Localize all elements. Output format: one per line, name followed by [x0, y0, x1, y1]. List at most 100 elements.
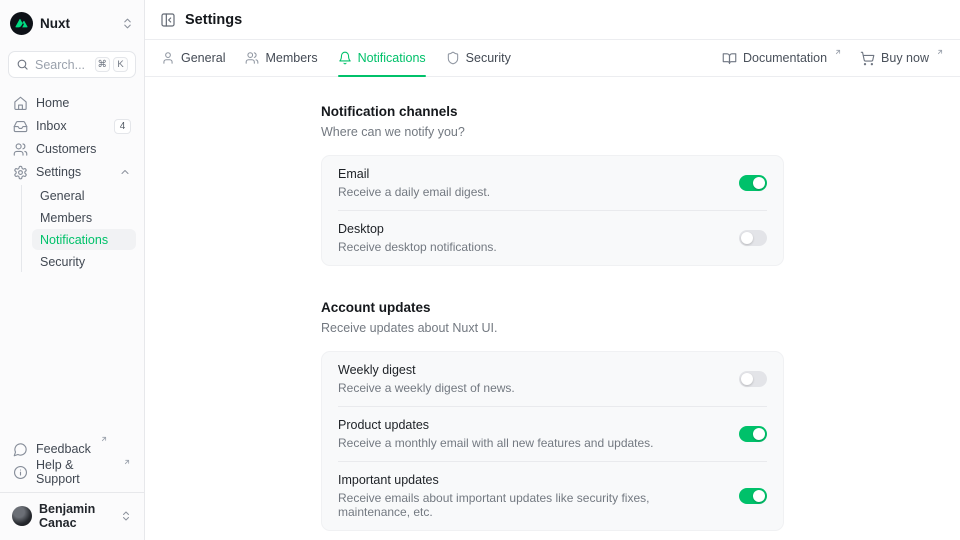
- user-icon: [161, 51, 175, 65]
- external-link-icon: [936, 48, 944, 56]
- external-link-icon: [100, 435, 108, 443]
- setting-text: Important updates Receive emails about i…: [338, 473, 723, 519]
- sidebar-nav: Home Inbox 4 Customers Settings: [8, 92, 136, 272]
- sidebar-footer: Feedback Help & Support Benjamin Canac: [8, 438, 136, 532]
- setting-text: Desktop Receive desktop notifications.: [338, 222, 497, 254]
- user-menu[interactable]: Benjamin Canac: [8, 494, 136, 532]
- user-avatar: [12, 506, 32, 526]
- setting-text: Weekly digest Receive a weekly digest of…: [338, 363, 515, 395]
- setting-label: Important updates: [338, 473, 723, 487]
- gear-icon: [13, 165, 28, 180]
- sidebar-item-security[interactable]: Security: [32, 251, 136, 272]
- sidebar-item-label: Home: [36, 96, 69, 110]
- weekly-digest-toggle[interactable]: [739, 371, 767, 387]
- bell-icon: [338, 51, 352, 65]
- sidebar-item-inbox[interactable]: Inbox 4: [8, 115, 136, 137]
- sidebar-item-settings[interactable]: Settings: [8, 161, 136, 183]
- tab-label: General: [181, 51, 225, 65]
- setting-label: Email: [338, 167, 490, 181]
- buy-now-button[interactable]: Buy now: [860, 51, 944, 66]
- tab-members[interactable]: Members: [245, 40, 317, 76]
- setting-label: Desktop: [338, 222, 497, 236]
- user-name: Benjamin Canac: [39, 502, 113, 530]
- toggle-knob: [741, 373, 753, 385]
- setting-description: Receive a daily email digest.: [338, 185, 490, 199]
- tab-general[interactable]: General: [161, 40, 225, 76]
- sidebar-item-customers[interactable]: Customers: [8, 138, 136, 160]
- setting-description: Receive a monthly email with all new fea…: [338, 436, 654, 450]
- section-title: Notification channels: [321, 104, 784, 119]
- main-area: Settings General Members: [145, 0, 960, 540]
- toggle-knob: [753, 428, 765, 440]
- sub-item-label: General: [40, 189, 84, 203]
- section-account-updates: Account updates Receive updates about Nu…: [321, 300, 784, 531]
- sidebar-item-label: Settings: [36, 165, 81, 179]
- setting-row-weekly-digest: Weekly digest Receive a weekly digest of…: [338, 352, 767, 406]
- chevrons-up-down-icon: [120, 510, 132, 522]
- sidebar-item-notifications[interactable]: Notifications: [32, 229, 136, 250]
- section-description: Where can we notify you?: [321, 125, 784, 139]
- tab-label: Security: [466, 51, 511, 65]
- setting-text: Product updates Receive a monthly email …: [338, 418, 654, 450]
- search-placeholder: Search...: [35, 58, 85, 72]
- page-title: Settings: [185, 12, 242, 28]
- page-header: Settings: [145, 0, 960, 40]
- setting-description: Receive a weekly digest of news.: [338, 381, 515, 395]
- setting-label: Weekly digest: [338, 363, 515, 377]
- section-notification-channels: Notification channels Where can we notif…: [321, 104, 784, 266]
- collapse-sidebar-icon[interactable]: [160, 12, 176, 28]
- sidebar: Nuxt Search... ⌘ K Home: [0, 0, 145, 540]
- shield-icon: [446, 51, 460, 65]
- settings-card: Email Receive a daily email digest. Desk…: [321, 155, 784, 266]
- tab-notifications[interactable]: Notifications: [338, 40, 426, 76]
- email-toggle[interactable]: [739, 175, 767, 191]
- info-circle-icon: [13, 465, 28, 480]
- nuxt-logo-icon: [10, 12, 33, 35]
- documentation-link[interactable]: Documentation: [722, 51, 842, 66]
- setting-row-email: Email Receive a daily email digest.: [338, 156, 767, 210]
- sidebar-item-home[interactable]: Home: [8, 92, 136, 114]
- toggle-knob: [753, 490, 765, 502]
- sidebar-item-members[interactable]: Members: [32, 207, 136, 228]
- setting-text: Email Receive a daily email digest.: [338, 167, 490, 199]
- sidebar-item-general[interactable]: General: [32, 185, 136, 206]
- action-label: Documentation: [743, 51, 827, 65]
- chevrons-up-down-icon: [121, 17, 134, 30]
- sub-item-label: Notifications: [40, 233, 108, 247]
- setting-row-desktop: Desktop Receive desktop notifications.: [338, 210, 767, 265]
- users-icon: [245, 51, 259, 65]
- setting-row-product-updates: Product updates Receive a monthly email …: [338, 406, 767, 461]
- sidebar-item-label: Inbox: [36, 119, 67, 133]
- tab-bar: General Members Notifications: [145, 40, 960, 77]
- sub-item-label: Members: [40, 211, 92, 225]
- app-window: Nuxt Search... ⌘ K Home: [0, 0, 960, 540]
- desktop-toggle[interactable]: [739, 230, 767, 246]
- home-icon: [13, 96, 28, 111]
- footer-link-label: Help & Support: [36, 458, 114, 486]
- kbd-meta: ⌘: [95, 57, 111, 72]
- team-name: Nuxt: [40, 16, 70, 31]
- sidebar-item-label: Customers: [36, 142, 96, 156]
- search-input[interactable]: Search... ⌘ K: [8, 51, 136, 78]
- kbd-key: K: [113, 57, 128, 72]
- toggle-knob: [741, 232, 753, 244]
- settings-content: Notification channels Where can we notif…: [145, 77, 960, 540]
- tab-label: Members: [265, 51, 317, 65]
- sidebar-divider: [0, 492, 144, 493]
- chevron-up-icon: [119, 166, 131, 178]
- tabs: General Members Notifications: [161, 40, 511, 76]
- book-open-icon: [722, 51, 737, 66]
- feedback-link[interactable]: Feedback: [8, 438, 136, 460]
- message-circle-icon: [13, 442, 28, 457]
- tab-security[interactable]: Security: [446, 40, 511, 76]
- inbox-icon: [13, 119, 28, 134]
- setting-description: Receive emails about important updates l…: [338, 491, 723, 519]
- help-support-link[interactable]: Help & Support: [8, 461, 136, 483]
- settings-card: Weekly digest Receive a weekly digest of…: [321, 351, 784, 531]
- product-updates-toggle[interactable]: [739, 426, 767, 442]
- important-updates-toggle[interactable]: [739, 488, 767, 504]
- tab-actions: Documentation Buy now: [722, 51, 944, 66]
- section-title: Account updates: [321, 300, 784, 315]
- team-switcher[interactable]: Nuxt: [8, 8, 136, 38]
- section-description: Receive updates about Nuxt UI.: [321, 321, 784, 335]
